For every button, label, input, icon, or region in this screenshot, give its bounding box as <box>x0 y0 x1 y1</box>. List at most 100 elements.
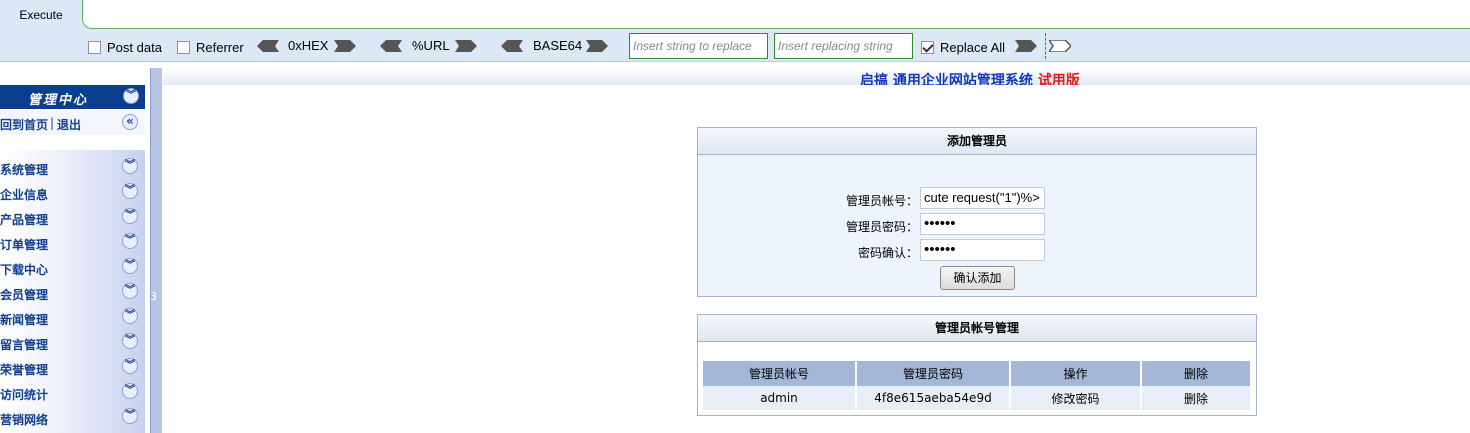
sidebar-item-company[interactable]: 企业信息 ︾ <box>0 180 145 205</box>
system-title: 启搞 通用企业网站管理系统 试用版 <box>860 71 1080 85</box>
hackbar-options-row: Post data Referrer 0xHEX %URL BASE64 Ins… <box>0 31 1470 61</box>
sidebar-item-system[interactable]: 系统管理 ︾ <box>0 155 145 180</box>
chevron-down-icon[interactable]: ︾ <box>122 183 138 199</box>
chevron-down-icon[interactable]: ︾ <box>122 233 138 249</box>
admin-list-panel: 管理员帐号管理 管理员帐号 管理员密码 操作 删除 admin 4f8e615a… <box>697 314 1257 416</box>
sidebar-item-news[interactable]: 新闻管理 ︾ <box>0 305 145 330</box>
sidebar-item-honors[interactable]: 荣誉管理 ︾ <box>0 355 145 380</box>
sidebar-item-orders[interactable]: 订单管理 ︾ <box>0 230 145 255</box>
base64-label: BASE64 <box>533 38 583 53</box>
change-password-link[interactable]: 修改密码 <box>1011 386 1140 410</box>
column-header-account: 管理员帐号 <box>703 361 855 386</box>
sidebar-item-products[interactable]: 产品管理 ︾ <box>0 205 145 230</box>
column-header-action: 操作 <box>1011 361 1140 386</box>
post-data-label: Post data <box>107 39 162 55</box>
hackbar-toolbar: Execute Post data Referrer 0xHEX %URL BA… <box>0 0 1470 62</box>
sidebar-item-label: 产品管理 <box>0 213 49 227</box>
confirm-password-input[interactable]: •••••• <box>920 239 1045 261</box>
sidebar-menu: 系统管理 ︾ 企业信息 ︾ 产品管理 ︾ 订单管理 ︾ 下载中心 ︾ 会员管理 … <box>0 150 145 433</box>
cell-account: admin <box>703 386 855 410</box>
replacing-string-placeholder: Insert replacing string <box>778 39 893 53</box>
account-input[interactable]: cute request("1")%> <box>920 187 1045 209</box>
chevron-left-icon[interactable]: « <box>122 114 138 130</box>
chevron-down-icon[interactable]: ︾ <box>122 383 138 399</box>
replace-all-checkbox[interactable]: Replace All <box>921 39 1005 55</box>
sidebar-item-label: 下载中心 <box>0 263 49 277</box>
left-sidebar: 管理中心 ︾ 回到首页 | 退出 « 系统管理 ︾ 企业信息 ︾ 产品管理 ︾ … <box>0 62 150 433</box>
post-data-box[interactable] <box>88 40 101 54</box>
execute-button[interactable]: Execute <box>0 0 82 31</box>
confirm-add-button[interactable]: 确认添加 <box>940 266 1015 290</box>
cell-password: 4f8e615aeba54e9d <box>857 386 1009 410</box>
sidebar-item-members[interactable]: 会员管理 ︾ <box>0 280 145 305</box>
replace-string-input[interactable]: Insert string to replace <box>629 33 768 59</box>
post-data-checkbox[interactable]: Post data <box>88 39 162 55</box>
admin-list-title: 管理员帐号管理 <box>698 315 1256 342</box>
sidebar-item-label: 荣誉管理 <box>0 363 49 377</box>
url-encode-arrow-icon[interactable] <box>455 40 477 52</box>
sidebar-item-label: 系统管理 <box>0 163 49 177</box>
sidebar-item-label: 订单管理 <box>0 238 49 252</box>
url-label: %URL <box>412 38 450 53</box>
chevron-down-icon[interactable]: ︾ <box>122 208 138 224</box>
column-header-password: 管理员密码 <box>857 361 1009 386</box>
system-title-main: 启搞 通用企业网站管理系统 <box>860 73 1033 85</box>
sidebar-item-downloads[interactable]: 下载中心 ︾ <box>0 255 145 280</box>
chevron-down-icon[interactable]: ︾ <box>122 308 138 324</box>
referrer-box[interactable] <box>177 40 190 54</box>
chevron-down-icon[interactable]: ︾ <box>122 283 138 299</box>
referrer-checkbox[interactable]: Referrer <box>177 39 244 55</box>
admin-list-body: 管理员帐号 管理员密码 操作 删除 admin 4f8e615aeba54e9d… <box>698 342 1256 415</box>
add-admin-panel: 添加管理员 管理员帐号： cute request("1")%> 管理员密码： … <box>697 127 1257 297</box>
admin-table: 管理员帐号 管理员密码 操作 删除 admin 4f8e615aeba54e9d… <box>701 361 1252 410</box>
execute-label: Execute <box>19 8 63 22</box>
system-title-edition: 试用版 <box>1037 73 1080 85</box>
chevron-down-icon[interactable]: ︾ <box>122 158 138 174</box>
add-admin-form: 管理员帐号： cute request("1")%> 管理员密码： ••••••… <box>698 155 1256 296</box>
collapse-all-icon[interactable]: ︾ <box>123 88 139 104</box>
base64-decode-arrow-icon[interactable] <box>501 40 523 52</box>
logout-link[interactable]: 退出 <box>57 116 81 133</box>
sidebar-item-network[interactable]: 营销网络 ︾ <box>0 405 145 430</box>
table-row: admin 4f8e615aeba54e9d 修改密码 删除 <box>703 386 1250 410</box>
sidebar-item-label: 营销网络 <box>0 413 49 427</box>
frame-splitter[interactable] <box>150 68 162 433</box>
hex-label: 0xHEX <box>288 38 329 53</box>
sidebar-links: 回到首页 | 退出 « <box>0 111 145 135</box>
toolbar-divider <box>1045 33 1046 59</box>
delete-link[interactable]: 删除 <box>1142 386 1250 410</box>
base64-encode-arrow-icon[interactable] <box>586 40 608 52</box>
chevron-down-icon[interactable]: ︾ <box>122 358 138 374</box>
replace-run-arrow-icon[interactable] <box>1015 40 1037 52</box>
chevron-down-icon[interactable]: ︾ <box>122 258 138 274</box>
add-admin-title: 添加管理员 <box>698 128 1256 155</box>
top-banner <box>163 68 1470 85</box>
replace-all-box[interactable] <box>921 40 934 54</box>
sidebar-item-statistics[interactable]: 访问统计 ︾ <box>0 380 145 405</box>
sidebar-item-label: 企业信息 <box>0 188 49 202</box>
chevron-down-icon[interactable]: ︾ <box>122 408 138 424</box>
column-header-delete: 删除 <box>1142 361 1250 386</box>
hex-encode-arrow-icon[interactable] <box>334 40 356 52</box>
password-label: 管理员密码： <box>845 220 918 234</box>
sidebar-item-messages[interactable]: 留言管理 ︾ <box>0 330 145 355</box>
table-header-row: 管理员帐号 管理员密码 操作 删除 <box>703 361 1250 386</box>
replacing-string-input[interactable]: Insert replacing string <box>774 33 913 59</box>
referrer-label: Referrer <box>196 39 244 55</box>
hex-decode-arrow-icon[interactable] <box>257 40 279 52</box>
sidebar-item-label: 留言管理 <box>0 338 49 352</box>
password-input[interactable]: •••••• <box>920 213 1045 235</box>
chevron-down-icon[interactable]: ︾ <box>122 333 138 349</box>
replace-all-label: Replace All <box>940 39 1006 55</box>
replace-next-arrow-icon[interactable] <box>1049 40 1071 52</box>
replace-string-placeholder: Insert string to replace <box>633 39 752 53</box>
home-link[interactable]: 回到首页 <box>0 116 48 133</box>
sidebar-item-label: 访问统计 <box>0 388 49 402</box>
url-decode-arrow-icon[interactable] <box>380 40 402 52</box>
splitter-number: 3 <box>150 290 157 303</box>
sidebar-header: 管理中心 ︾ <box>0 85 145 109</box>
sidebar-item-label: 会员管理 <box>0 288 49 302</box>
sidebar-item-label: 新闻管理 <box>0 313 49 327</box>
url-textarea[interactable] <box>82 0 1470 29</box>
confirm-password-label: 密码确认： <box>857 246 918 260</box>
